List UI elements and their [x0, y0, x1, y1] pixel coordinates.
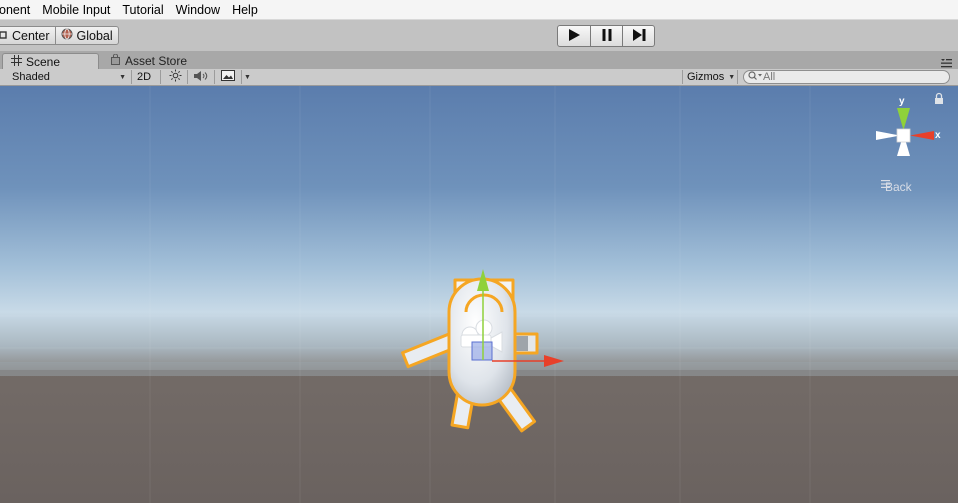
step-icon [631, 28, 647, 45]
scene-audio-button[interactable] [193, 69, 209, 85]
play-button[interactable] [558, 26, 590, 46]
dropdown-arrow-icon: ▼ [119, 73, 126, 81]
pivot-toggle-group: Center Global [0, 26, 119, 45]
view-direction-toggle[interactable]: Back [881, 180, 912, 194]
hierarchy-search-input[interactable]: All [743, 70, 950, 84]
rotation-global-button[interactable]: Global [54, 27, 118, 44]
menu-help[interactable]: Help [226, 0, 264, 20]
playback-controls [557, 25, 655, 47]
image-icon [221, 70, 235, 84]
search-icon [748, 70, 763, 84]
pivot-icon [0, 29, 8, 43]
shopping-bag-icon [110, 53, 121, 68]
menu-mobile-input[interactable]: Mobile Input [36, 0, 116, 20]
tab-scene[interactable]: Scene [2, 53, 99, 69]
main-toolbar: Center Global [0, 20, 958, 52]
tab-asset-store[interactable]: Asset Store [102, 53, 195, 69]
scene-lighting-button[interactable] [169, 69, 182, 85]
scene-effects-dropdown[interactable]: ▼ [221, 69, 251, 85]
menu-window[interactable]: Window [170, 0, 226, 20]
effects-dropdown-arrow-icon: ▼ [244, 73, 251, 81]
pivot-label: Center [12, 28, 50, 43]
pause-button[interactable] [590, 26, 622, 46]
globe-icon [61, 28, 73, 43]
step-button[interactable] [622, 26, 654, 46]
gizmos-dropdown-arrow-icon: ▼ [728, 73, 736, 81]
2d-toggle-button[interactable]: 2D [137, 69, 151, 85]
2d-label: 2D [137, 71, 152, 83]
gizmo-x-label: x [935, 130, 941, 141]
grid-icon [11, 54, 22, 69]
editor-tab-bar: Scene Asset Store [0, 52, 958, 69]
pivot-center-button[interactable]: Center [0, 27, 55, 44]
search-placeholder: All [763, 71, 776, 83]
speaker-icon [193, 70, 209, 85]
scene-render [0, 86, 958, 503]
tab-asset-store-label: Asset Store [125, 54, 188, 68]
menu-component[interactable]: onent [0, 0, 36, 20]
scene-toolbar: Shaded ▼ 2D ▼ Gizmos ▼ All [0, 69, 958, 86]
draw-mode-label: Shaded [12, 71, 50, 83]
play-icon [567, 28, 581, 45]
sun-icon [169, 69, 182, 85]
scene-viewport[interactable]: y x Back [0, 86, 958, 503]
gizmos-dropdown[interactable]: Gizmos ▼ [687, 69, 735, 85]
gizmo-y-label: y [899, 96, 905, 107]
gizmos-label: Gizmos [687, 71, 725, 83]
tab-scene-label: Scene [26, 54, 61, 69]
menu-bar: onent Mobile Input Tutorial Window Help [0, 0, 958, 20]
rotation-label: Global [76, 28, 113, 43]
pause-icon [601, 28, 613, 45]
draw-mode-dropdown[interactable]: Shaded ▼ [12, 69, 126, 85]
menu-tutorial[interactable]: Tutorial [116, 0, 169, 20]
